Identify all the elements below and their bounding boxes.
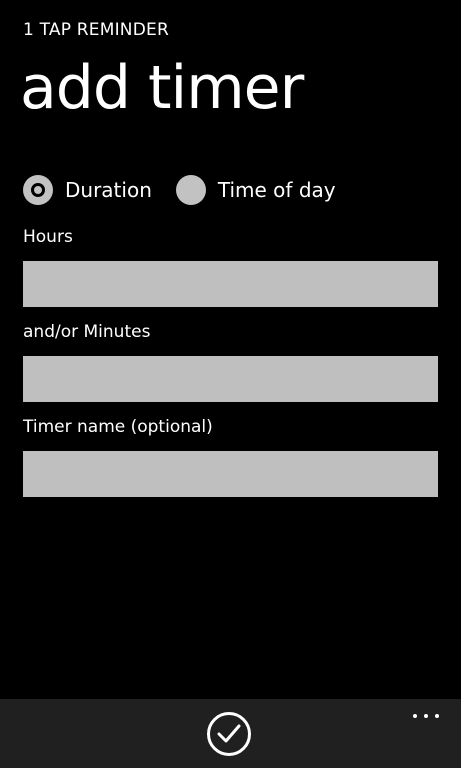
more-dot-icon [435, 714, 439, 718]
duration-radio-label: Duration [65, 178, 152, 202]
more-dot-icon [424, 714, 428, 718]
checkmark-icon [217, 724, 241, 743]
hours-input[interactable] [23, 261, 438, 307]
timer-name-input[interactable] [23, 451, 438, 497]
timer-name-label: Timer name (optional) [23, 417, 213, 437]
minutes-input[interactable] [23, 356, 438, 402]
page-title: add timer [20, 53, 304, 123]
time-of-day-radio-label: Time of day [217, 178, 336, 202]
radio-unselected-icon [175, 175, 206, 205]
time-of-day-radio[interactable]: Time of day [175, 175, 336, 205]
radio-selected-icon [23, 175, 53, 205]
hours-label: Hours [23, 227, 73, 247]
minutes-label: and/or Minutes [23, 322, 151, 342]
app-name: 1 TAP REMINDER [23, 20, 169, 40]
save-button[interactable] [207, 712, 251, 756]
timer-mode-radio-group: Duration Time of day [23, 173, 336, 207]
more-options-button[interactable] [413, 711, 439, 721]
duration-radio[interactable]: Duration [23, 175, 152, 205]
radio-dot-icon [31, 183, 45, 197]
more-dot-icon [413, 714, 417, 718]
app-bar [0, 699, 461, 768]
